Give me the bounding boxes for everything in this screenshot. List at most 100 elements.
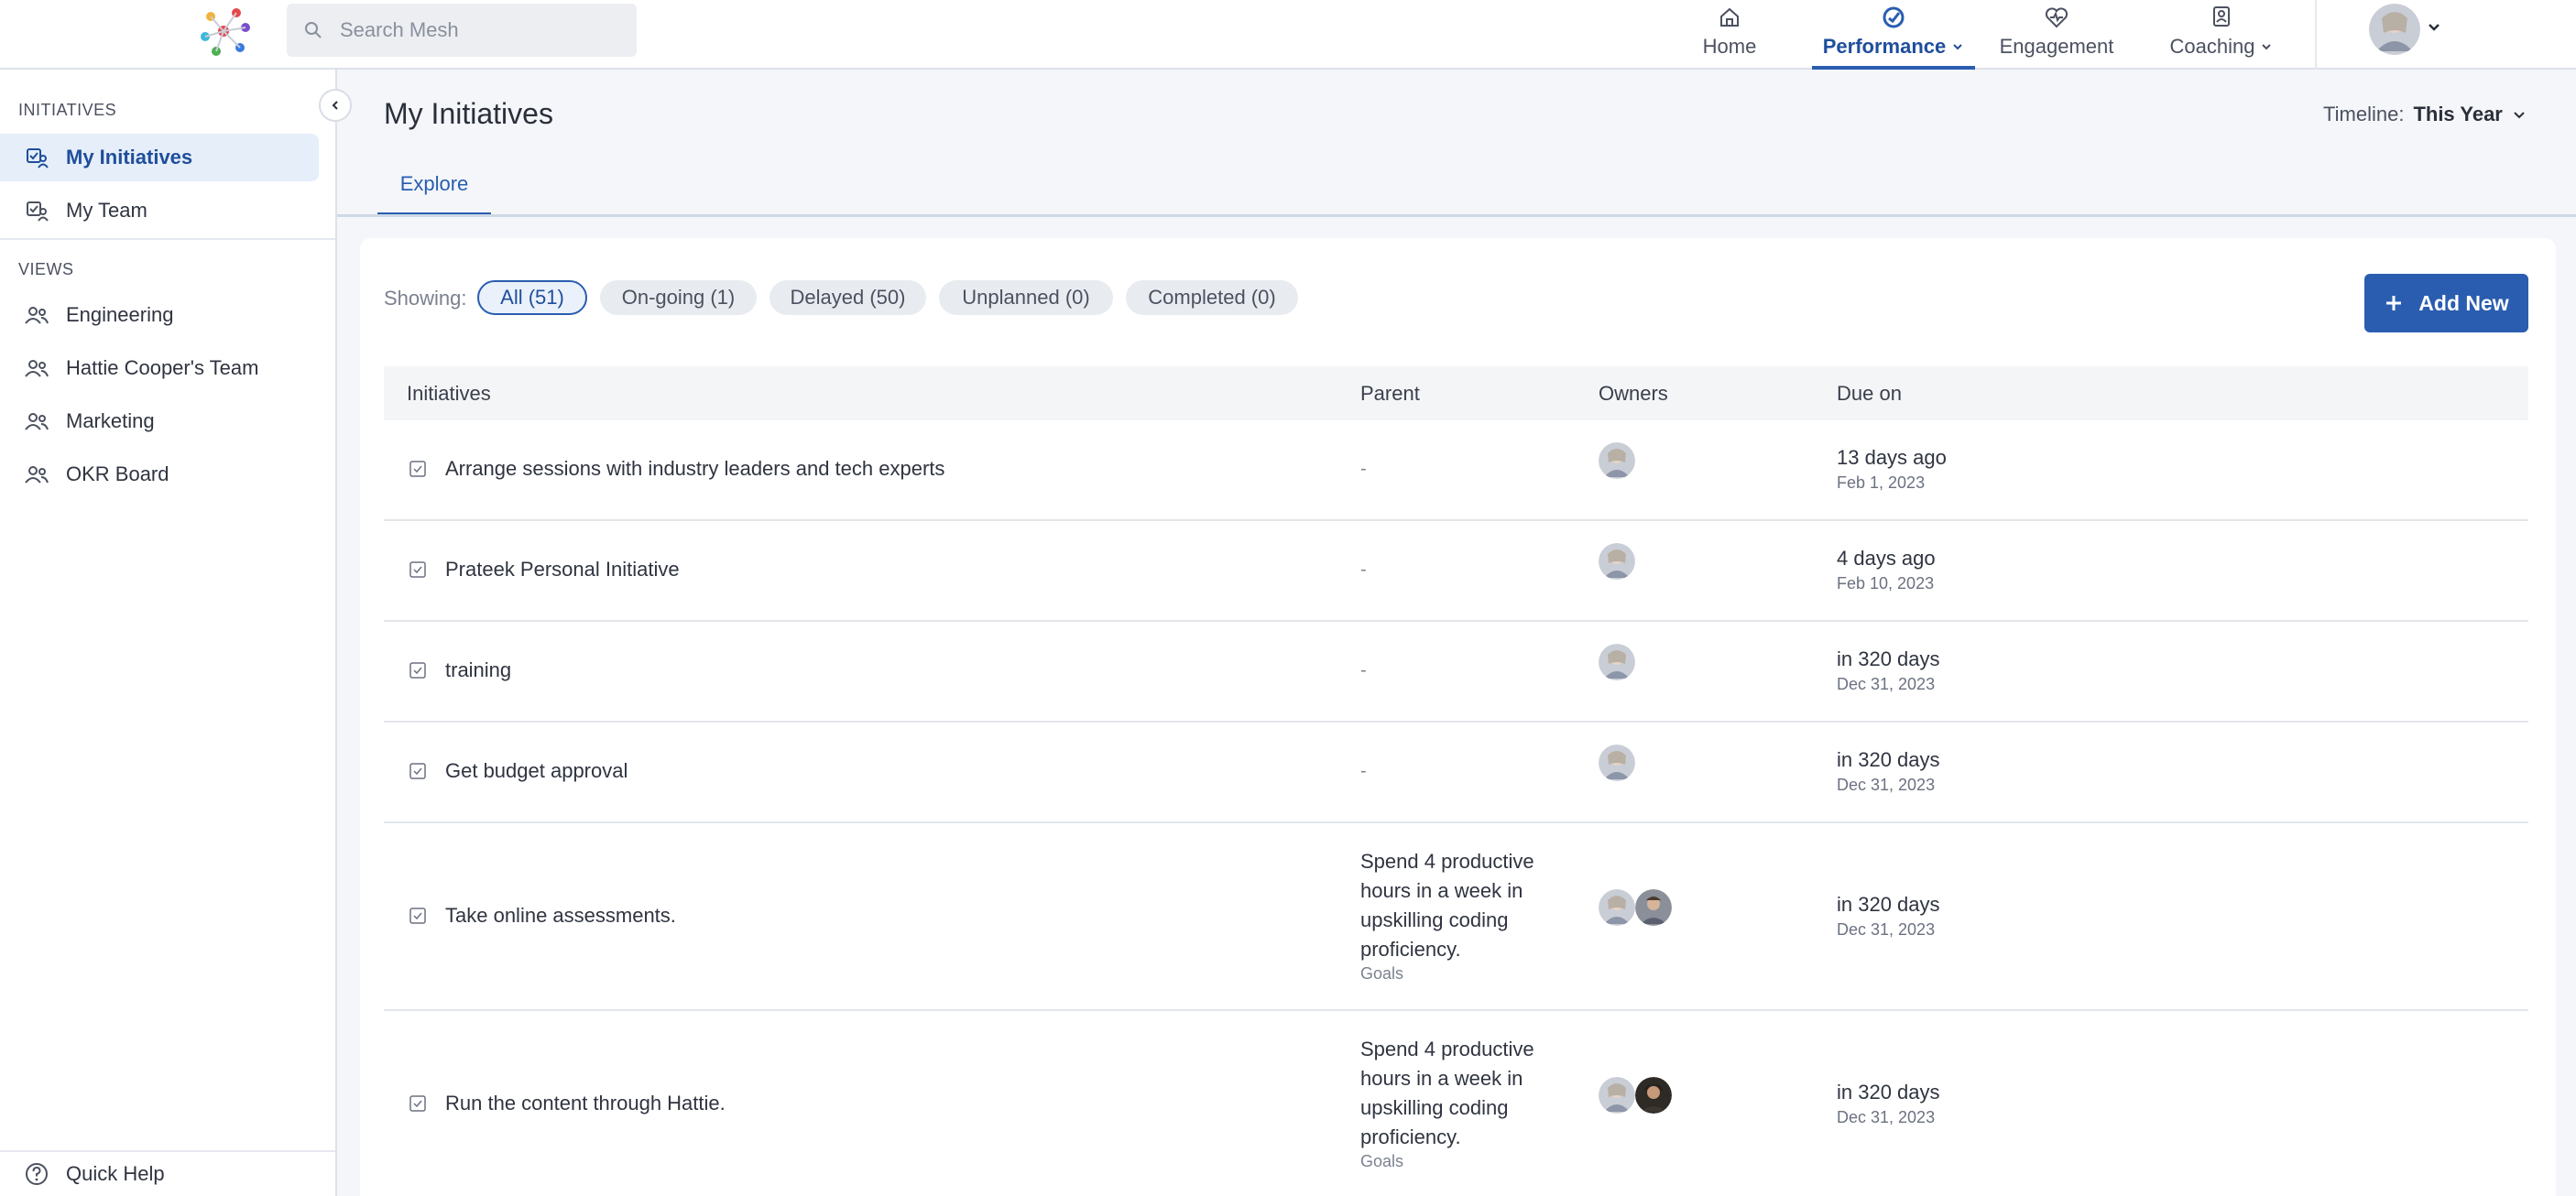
showing-label: Showing: [384, 287, 467, 310]
sidebar-item-label: My Initiatives [66, 146, 193, 169]
owner-avatar[interactable] [1599, 889, 1635, 926]
owner-avatar[interactable] [1635, 1077, 1672, 1114]
owner-avatar[interactable] [1599, 745, 1635, 781]
sidebar-item-label: My Team [66, 199, 147, 222]
engagement-icon [2043, 4, 2070, 31]
table-row[interactable]: training - in 320 days Dec 31, 2023 [384, 622, 2528, 723]
initiative-title[interactable]: Arrange sessions with industry leaders a… [445, 457, 944, 481]
sidebar-item-engineering[interactable]: Engineering [0, 291, 319, 339]
chevron-down-icon[interactable] [2426, 18, 2442, 35]
quick-help-label: Quick Help [66, 1162, 165, 1185]
column-header-due-on[interactable]: Due on [1837, 366, 1902, 420]
plus-icon [2386, 296, 2402, 310]
top-bar: Search Mesh Home Performance Engagement … [0, 0, 2576, 70]
sidebar-item-my-team[interactable]: My Team [0, 187, 319, 234]
initiative-title[interactable]: Prateek Personal Initiative [445, 558, 680, 582]
coaching-icon [2208, 4, 2235, 31]
sidebar-item-okr-board[interactable]: OKR Board [0, 451, 319, 498]
mesh-logo[interactable] [196, 4, 253, 60]
sidebar-section-initiatives: INITIATIVES [18, 101, 117, 119]
add-new-button[interactable]: Add New [2364, 274, 2528, 332]
page-title: My Initiatives [384, 97, 553, 130]
timeline-selector[interactable]: Timeline: This Year [2323, 103, 2527, 126]
table-header: Initiatives Parent Owners Due on [384, 366, 2528, 420]
owner-avatar[interactable] [1635, 889, 1672, 926]
initiative-title[interactable]: Take online assessments. [445, 904, 676, 928]
header-divider [337, 214, 2576, 217]
sidebar-item-marketing[interactable]: Marketing [0, 397, 319, 445]
nav-home[interactable]: Home [1702, 0, 1757, 70]
initiative-title[interactable]: Get budget approval [445, 759, 628, 783]
performance-icon [1880, 4, 1907, 31]
initiative-check-icon [409, 908, 426, 924]
due-relative: 13 days ago [1837, 446, 1947, 469]
chevron-down-icon [2514, 112, 2525, 119]
help-icon [26, 1163, 48, 1185]
people-icon [24, 408, 49, 434]
add-new-label: Add New [2418, 290, 2509, 315]
parent-value: - [1360, 459, 1367, 479]
owner-avatar[interactable] [1599, 644, 1635, 680]
filter-pill-all[interactable]: All (51) [477, 280, 587, 315]
user-avatar[interactable] [2369, 4, 2420, 55]
initiatives-icon [24, 145, 49, 170]
sidebar-item-my-initiatives[interactable]: My Initiatives [0, 134, 319, 181]
nav-divider [2315, 0, 2317, 70]
nav-home-label: Home [1702, 35, 1757, 58]
column-header-parent[interactable]: Parent [1360, 366, 1420, 420]
nav-coaching[interactable]: Coaching [2167, 0, 2276, 70]
table-row[interactable]: Arrange sessions with industry leaders a… [384, 420, 2528, 521]
nav-engagement-label: Engagement [1999, 35, 2114, 58]
collapse-sidebar-button[interactable] [319, 89, 352, 122]
owner-avatar[interactable] [1599, 442, 1635, 479]
team-initiatives-icon [24, 198, 49, 223]
filter-pill-unplanned[interactable]: Unplanned (0) [939, 280, 1113, 315]
initiative-check-icon [409, 763, 426, 779]
filter-pill-ongoing[interactable]: On-going (1) [600, 280, 757, 315]
table-row[interactable]: Prateek Personal Initiative - 4 days ago… [384, 521, 2528, 622]
parent-value: - [1360, 660, 1367, 680]
due-relative: in 320 days [1837, 893, 1940, 916]
column-header-owners[interactable]: Owners [1599, 366, 1668, 420]
nav-coaching-label: Coaching [2169, 35, 2255, 58]
sidebar-item-label: OKR Board [66, 462, 169, 485]
parent-type: Goals [1360, 1152, 1404, 1170]
filter-pill-completed[interactable]: Completed (0) [1126, 280, 1298, 315]
table-row[interactable]: Run the content through Hattie. Spend 4 … [384, 1011, 2528, 1196]
people-icon [24, 302, 49, 328]
chevron-down-icon [2262, 44, 2272, 50]
initiative-title[interactable]: training [445, 658, 511, 682]
tab-explore-label: Explore [399, 172, 469, 195]
timeline-label: Timeline: [2323, 103, 2405, 125]
sidebar-item-hattie-coopers-team[interactable]: Hattie Cooper's Team [0, 344, 319, 392]
search-input[interactable]: Search Mesh [340, 18, 459, 42]
due-date: Dec 31, 2023 [1837, 1108, 1936, 1126]
home-icon [1716, 4, 1743, 31]
table-row[interactable]: Get budget approval - in 320 days Dec 31… [384, 723, 2528, 823]
column-header-initiatives[interactable]: Initiatives [407, 366, 491, 420]
initiative-title[interactable]: Run the content through Hattie. [445, 1092, 726, 1115]
nav-active-indicator [1812, 66, 1975, 70]
quick-help-link[interactable]: Quick Help [0, 1150, 335, 1196]
parent-value: - [1360, 560, 1367, 580]
due-date: Feb 1, 2023 [1837, 473, 1926, 492]
timeline-value: This Year [2413, 103, 2503, 125]
sidebar: INITIATIVES My Initiatives My Team VIEWS… [0, 70, 337, 1196]
parent-type: Goals [1360, 964, 1404, 983]
parent-goal-link[interactable]: Spend 4 productive hours in a week in up… [1360, 1035, 1544, 1152]
parent-goal-link[interactable]: Spend 4 productive hours in a week in up… [1360, 847, 1544, 964]
due-relative: 4 days ago [1837, 547, 1936, 570]
due-date: Dec 31, 2023 [1837, 675, 1936, 693]
search-box[interactable]: Search Mesh [287, 4, 637, 57]
nav-engagement[interactable]: Engagement [1999, 0, 2114, 70]
sidebar-item-label: Engineering [66, 303, 174, 326]
owner-avatar[interactable] [1599, 1077, 1635, 1114]
sidebar-divider [0, 238, 335, 240]
chevron-down-icon [1953, 44, 1962, 50]
initiative-check-icon [409, 561, 426, 578]
nav-performance[interactable]: Performance [1812, 0, 1975, 70]
owner-avatar[interactable] [1599, 543, 1635, 580]
table-row[interactable]: Take online assessments. Spend 4 product… [384, 823, 2528, 1011]
filter-pill-delayed[interactable]: Delayed (50) [770, 280, 926, 315]
tab-explore[interactable]: Explore [377, 172, 491, 216]
